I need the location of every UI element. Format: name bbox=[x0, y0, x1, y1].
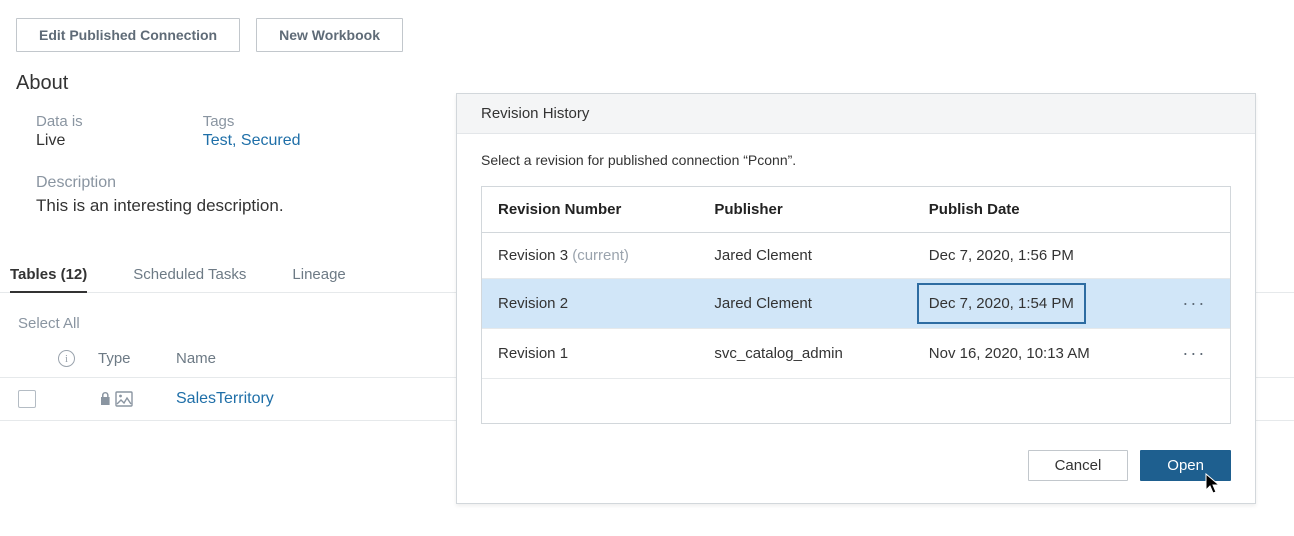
revision-publisher: Jared Clement bbox=[714, 247, 928, 264]
revision-number: Revision 2 bbox=[498, 295, 568, 312]
row-checkbox[interactable] bbox=[18, 390, 36, 408]
dialog-title: Revision History bbox=[457, 94, 1255, 134]
row-actions-button[interactable]: ··· bbox=[1182, 293, 1206, 313]
tab-lineage[interactable]: Lineage bbox=[292, 258, 345, 292]
revision-publisher: svc_catalog_admin bbox=[714, 345, 928, 362]
cancel-button[interactable]: Cancel bbox=[1028, 450, 1129, 481]
dialog-instruction: Select a revision for published connecti… bbox=[481, 152, 1231, 168]
data-is-label: Data is bbox=[36, 113, 83, 130]
action-toolbar: Edit Published Connection New Workbook bbox=[0, 0, 1294, 60]
revision-table: Revision Number Publisher Publish Date R… bbox=[481, 186, 1231, 424]
revision-history-dialog: Revision History Select a revision for p… bbox=[456, 93, 1256, 504]
revision-publisher: Jared Clement bbox=[714, 295, 928, 312]
open-button[interactable]: Open bbox=[1140, 450, 1231, 481]
revision-date: Dec 7, 2020, 1:56 PM bbox=[929, 247, 1175, 264]
column-type[interactable]: Type bbox=[98, 350, 176, 367]
revision-date: Dec 7, 2020, 1:54 PM bbox=[917, 283, 1086, 324]
lock-icon bbox=[98, 391, 113, 407]
col-publisher[interactable]: Publisher bbox=[714, 201, 928, 218]
tab-scheduled-tasks[interactable]: Scheduled Tasks bbox=[133, 258, 246, 292]
tags-field: Tags Test, Secured bbox=[203, 113, 301, 150]
revision-row[interactable]: Revision 1 svc_catalog_admin Nov 16, 202… bbox=[482, 329, 1230, 379]
about-heading: About bbox=[16, 72, 1278, 95]
datasource-icon bbox=[115, 391, 133, 407]
tab-tables[interactable]: Tables (12) bbox=[10, 258, 87, 293]
revision-number: Revision 1 bbox=[498, 345, 568, 362]
tags-label: Tags bbox=[203, 113, 301, 130]
data-is-value: Live bbox=[36, 132, 83, 150]
revision-number: Revision 3 bbox=[498, 247, 568, 264]
revision-date: Nov 16, 2020, 10:13 AM bbox=[929, 345, 1175, 362]
data-is-field: Data is Live bbox=[36, 113, 83, 150]
revision-row[interactable]: Revision 3 (current) Jared Clement Dec 7… bbox=[482, 233, 1230, 279]
edit-connection-button[interactable]: Edit Published Connection bbox=[16, 18, 240, 52]
current-tag: (current) bbox=[572, 247, 629, 264]
revision-row[interactable]: Revision 2 Jared Clement Dec 7, 2020, 1:… bbox=[482, 279, 1230, 329]
row-actions-button[interactable]: ··· bbox=[1182, 343, 1206, 363]
col-revision-number[interactable]: Revision Number bbox=[498, 201, 714, 218]
col-publish-date[interactable]: Publish Date bbox=[929, 201, 1175, 218]
new-workbook-button[interactable]: New Workbook bbox=[256, 18, 403, 52]
info-icon: i bbox=[58, 350, 75, 367]
tags-value[interactable]: Test, Secured bbox=[203, 132, 301, 150]
